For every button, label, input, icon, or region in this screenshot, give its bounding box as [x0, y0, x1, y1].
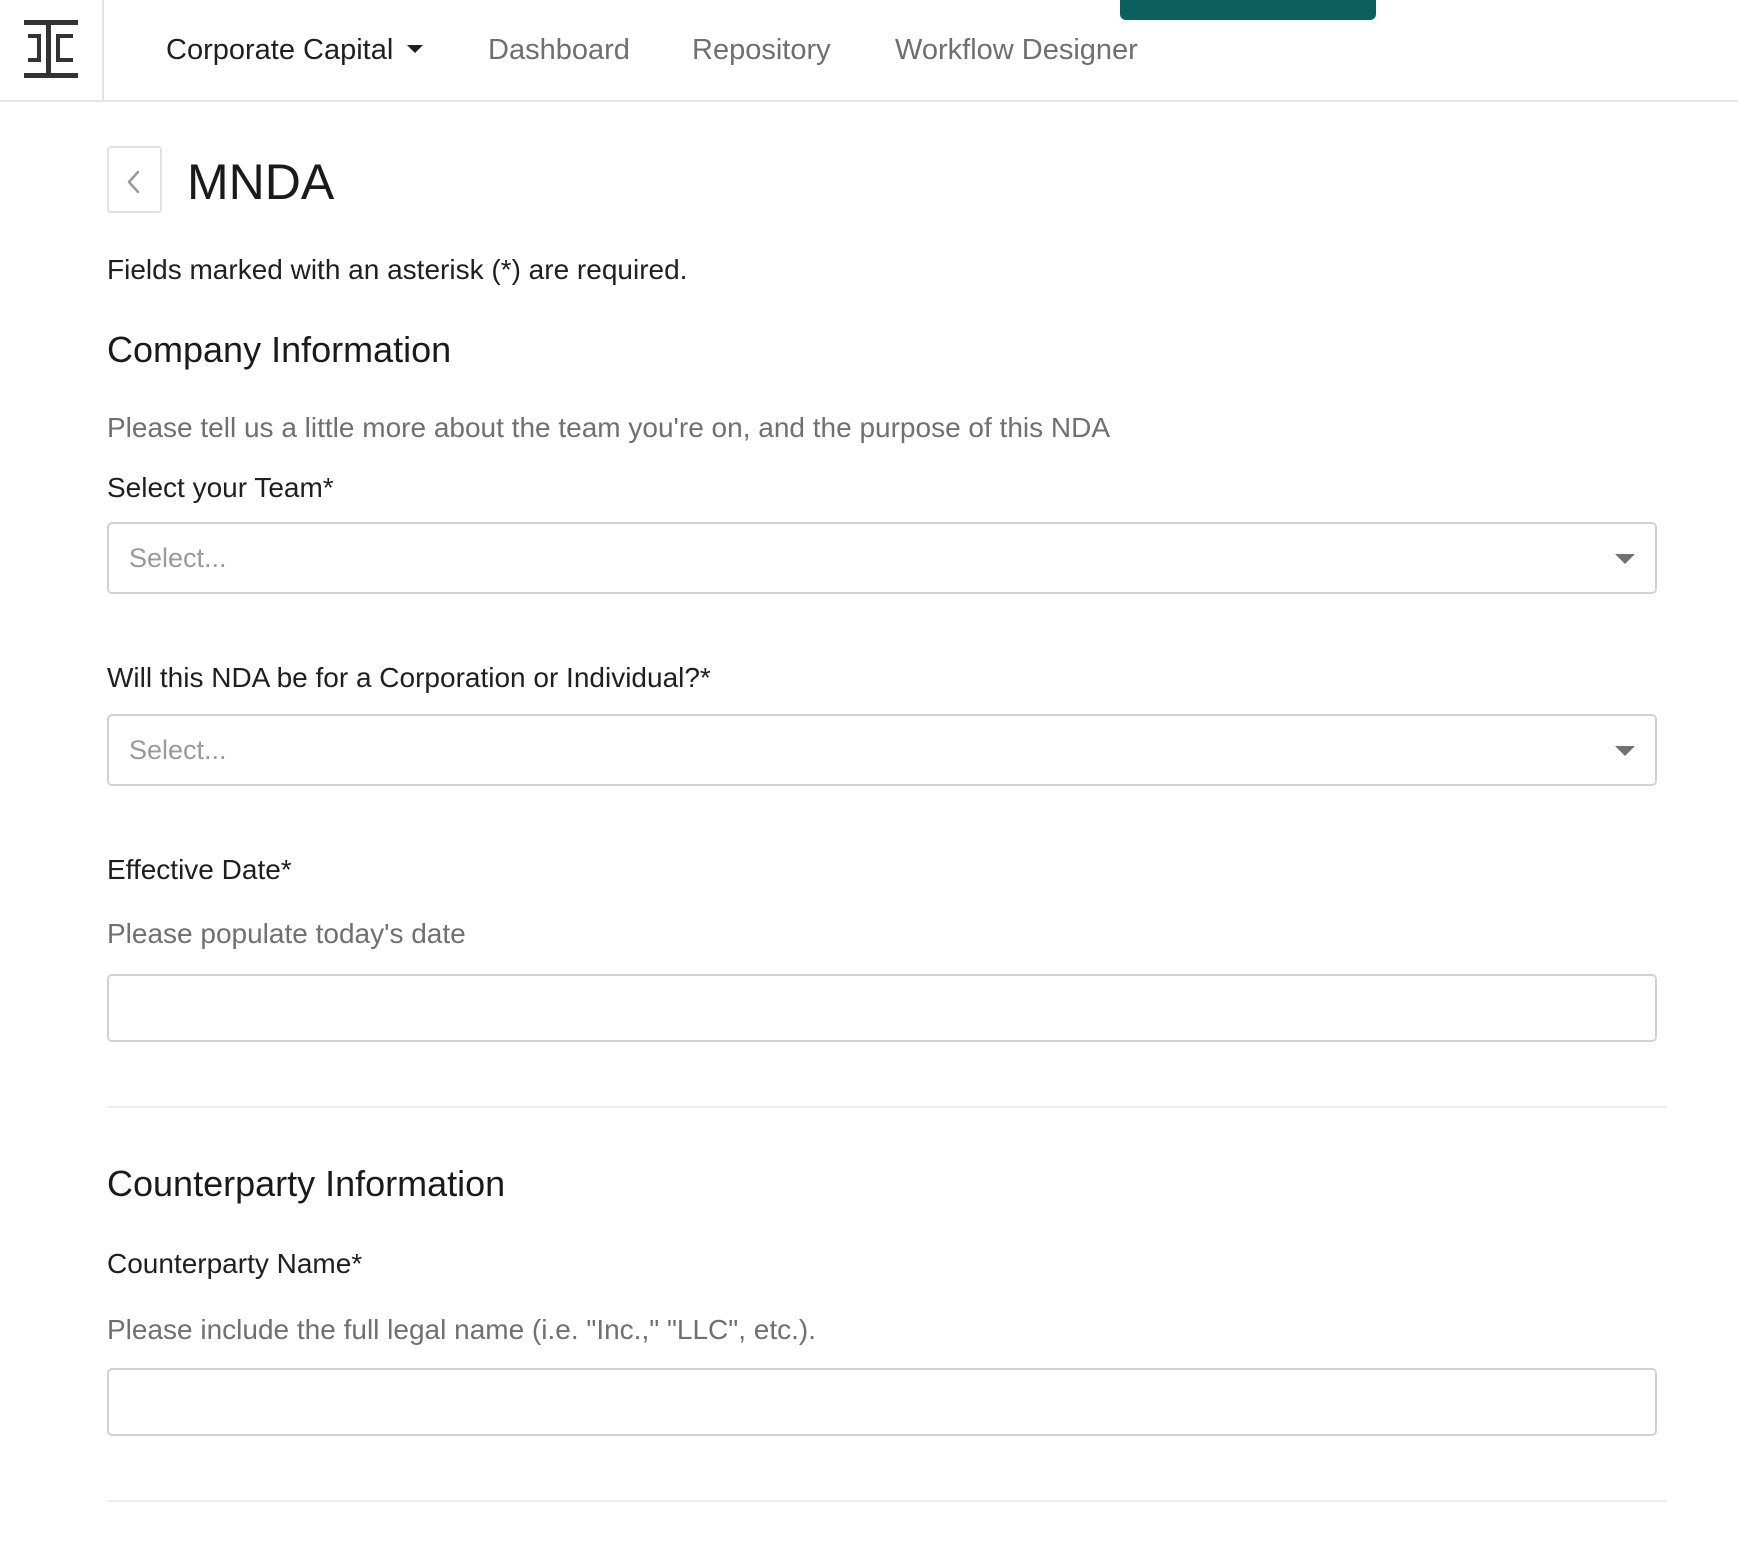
effective-date-input[interactable] [109, 976, 1655, 1040]
effective-date-field-label: Effective Date* [107, 854, 292, 885]
team-select-placeholder: Select... [129, 543, 227, 573]
caret-down-icon [407, 45, 424, 54]
counterparty-information-heading: Counterparty Information [107, 1163, 506, 1204]
page-title: MNDA [187, 154, 335, 210]
nav-repository-link[interactable]: Repository [692, 32, 831, 68]
company-information-heading: Company Information [107, 329, 452, 370]
top-navigation-bar: Corporate Capital Dashboard Repository W… [0, 0, 1738, 102]
counterparty-name-field-label: Counterparty Name* [107, 1248, 363, 1279]
effective-date-input-wrapper [107, 974, 1657, 1042]
effective-date-help-text: Please populate today's date [107, 918, 466, 949]
entity-type-select[interactable]: Select... [107, 714, 1657, 786]
organization-switcher[interactable]: Corporate Capital [166, 32, 424, 68]
organization-name: Corporate Capital [166, 34, 394, 66]
dropdown-arrow-icon [1615, 554, 1635, 564]
counterparty-name-help-text: Please include the full legal name (i.e.… [107, 1314, 816, 1345]
section-divider [107, 1500, 1667, 1502]
app-logo[interactable] [0, 0, 104, 100]
company-information-description: Please tell us a little more about the t… [107, 412, 1111, 443]
team-select[interactable]: Select... [107, 522, 1657, 594]
entity-type-select-placeholder: Select... [129, 735, 227, 765]
required-fields-note: Fields marked with an asterisk (*) are r… [107, 254, 688, 285]
nav-dashboard-link[interactable]: Dashboard [488, 32, 630, 68]
entity-type-field-label: Will this NDA be for a Corporation or In… [107, 662, 711, 693]
nav-workflow-designer-link[interactable]: Workflow Designer [895, 32, 1138, 68]
team-field-label: Select your Team* [107, 472, 334, 503]
back-button[interactable] [107, 146, 162, 213]
dropdown-arrow-icon [1615, 746, 1635, 756]
top-action-button[interactable] [1120, 0, 1376, 20]
section-divider [107, 1106, 1667, 1108]
counterparty-name-input-wrapper [107, 1368, 1657, 1436]
chevron-left-icon [127, 170, 140, 194]
counterparty-name-input[interactable] [109, 1370, 1655, 1434]
brand-logo-icon [24, 20, 78, 78]
